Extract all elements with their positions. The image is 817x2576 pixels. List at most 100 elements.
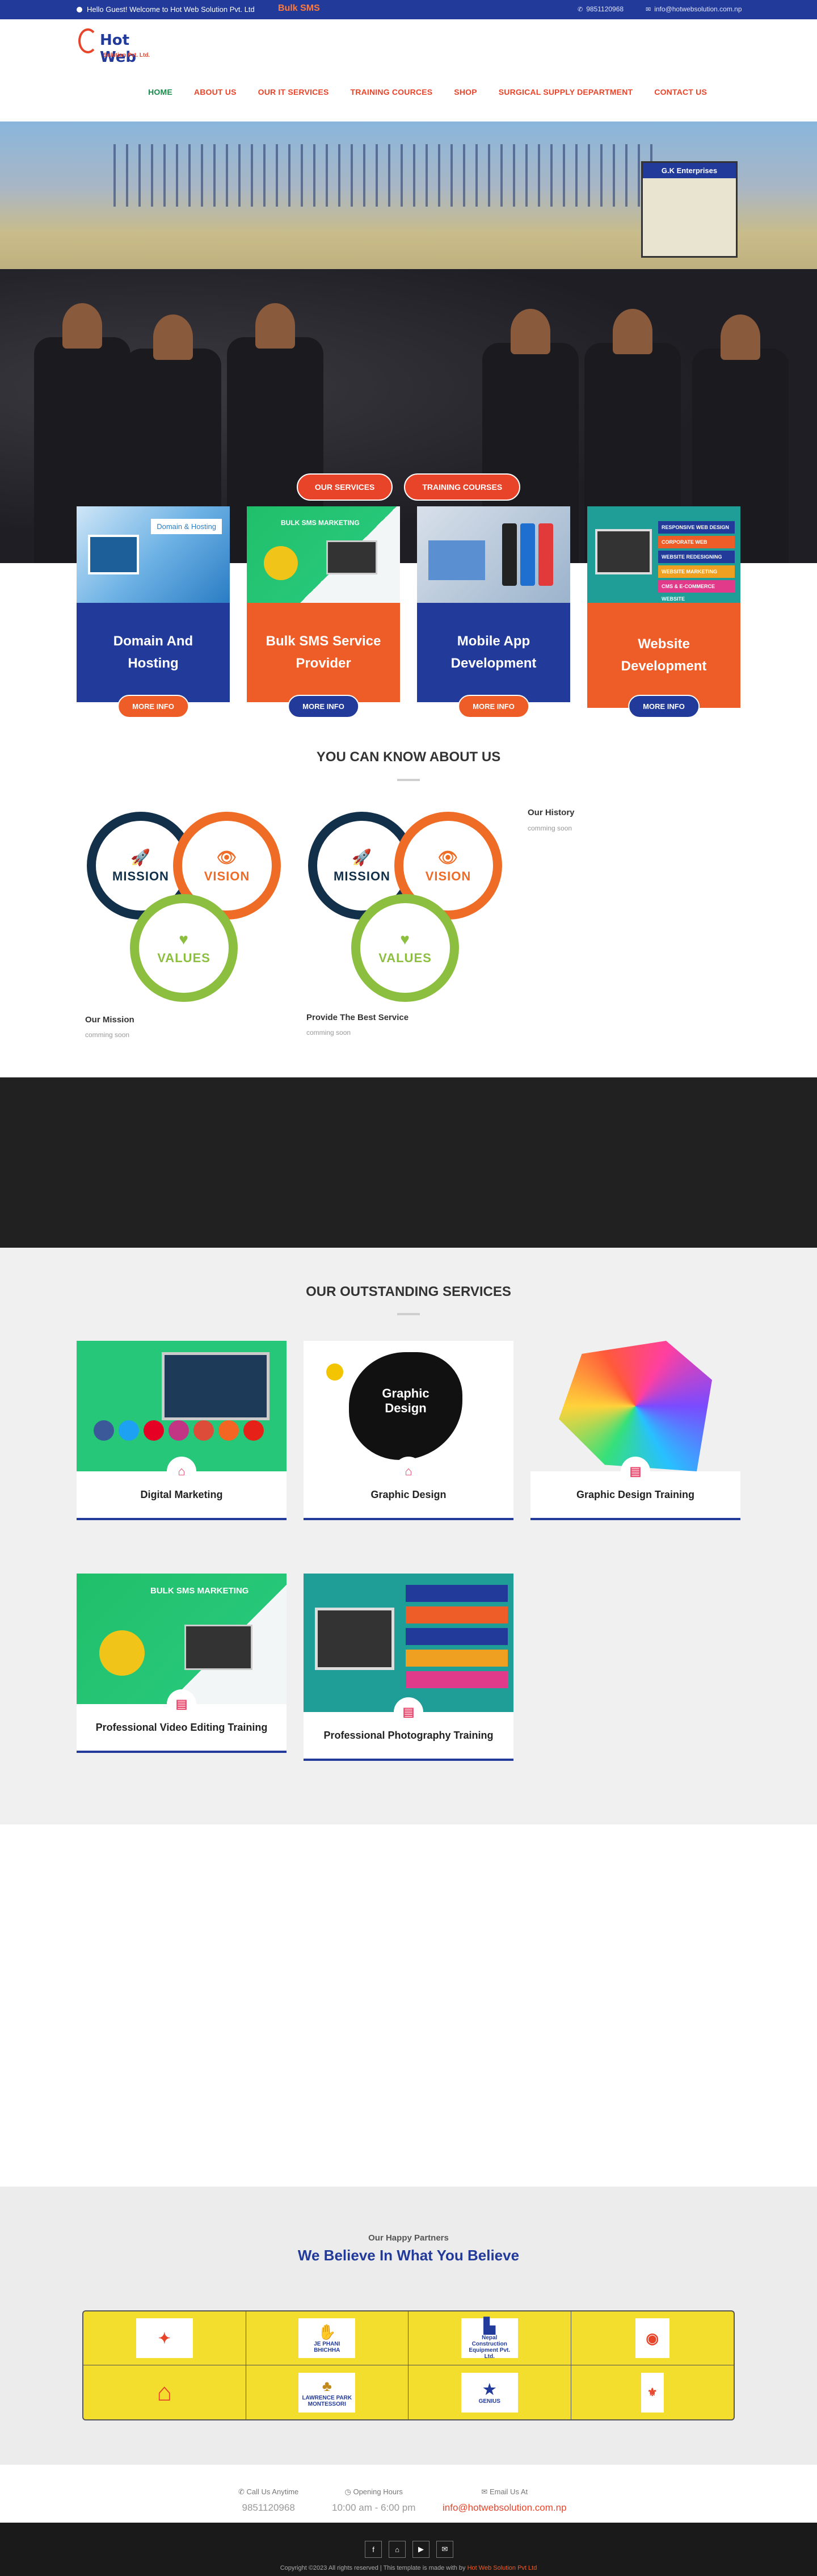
copyright-text: Copyright ©2023 All rights reserved | Th… <box>280 2565 466 2571</box>
our-history-text: comming soon <box>528 824 572 832</box>
mission-label: MISSION <box>334 869 390 883</box>
vision-label: VISION <box>425 869 471 883</box>
nav-home[interactable]: HOME <box>137 87 183 97</box>
partner-cell[interactable]: ⌂ <box>83 2365 246 2419</box>
more-info-button[interactable]: MORE INFO <box>458 695 529 718</box>
more-info-button[interactable]: MORE INFO <box>628 695 700 718</box>
top-bar: Hello Guest! Welcome to Hot Web Solution… <box>0 0 817 19</box>
partner-emblem-icon: ◉ <box>646 2329 659 2347</box>
contact-strip: ✆ Call Us Anytime 9851120968 ◷ Opening H… <box>0 2465 817 2523</box>
email-icon: ✉ <box>646 6 651 13</box>
strip-3: WEBSITE REDESIGNING <box>658 551 735 563</box>
building-icon: ▙ <box>483 2317 495 2334</box>
partner-cell[interactable]: ♣ LAWRENCE PARK MONTESSORI <box>246 2365 408 2419</box>
call-us-block[interactable]: ✆ Call Us Anytime 9851120968 <box>238 2487 298 2514</box>
site-header: Hot Web Solution Pvt. Ltd. HOME ABOUT US… <box>0 19 817 121</box>
partner-cell[interactable]: ✦ <box>83 2311 246 2365</box>
services-section-title: OUR OUTSTANDING SERVICES <box>306 1284 511 1299</box>
card-bulk-sms[interactable]: BULK SMS MARKETING Bulk SMS Service Prov… <box>247 506 400 718</box>
nav-shop[interactable]: SHOP <box>443 87 487 97</box>
eye-icon: 👁 <box>216 848 238 866</box>
more-info-button[interactable]: MORE INFO <box>117 695 189 718</box>
nav-surgical-supply[interactable]: SURGICAL SUPPLY DEPARTMENT <box>488 87 644 97</box>
service-photography-training[interactable]: ▤ Professional Photography Training <box>304 1574 513 1761</box>
partner-cell[interactable]: ★ GENIUS <box>408 2365 571 2419</box>
email-label: Email Us At <box>489 2487 528 2496</box>
more-info-button[interactable]: MORE INFO <box>288 695 359 718</box>
book-icon: ▤ <box>394 1697 423 1727</box>
training-courses-button[interactable]: TRAINING COURSES <box>404 473 521 501</box>
partner-logo-4: ◉ <box>635 2318 669 2358</box>
partner-cell[interactable]: ◉ <box>571 2311 734 2365</box>
values-label: VALUES <box>157 951 210 965</box>
house-icon: ⌂ <box>157 2378 172 2406</box>
service-graphic-design[interactable]: Graphic Design ⌂ Graphic Design <box>304 1341 513 1520</box>
graphic-design-training-image <box>530 1341 740 1471</box>
website-development-image: RESPONSIVE WEB DESIGN CORPORATE WEB DESI… <box>587 506 740 603</box>
bulk-sms-link[interactable]: Bulk SMS <box>278 3 320 14</box>
partner-cell[interactable]: ⚜ <box>571 2365 734 2419</box>
email-block[interactable]: ✉ Email Us At info@hotwebsolution.com.np <box>443 2487 567 2514</box>
strip-1: RESPONSIVE WEB DESIGN <box>658 521 735 534</box>
our-services-button[interactable]: OUR SERVICES <box>296 473 393 501</box>
copyright-brand-link[interactable]: Hot Web Solution Pvt Ltd <box>468 2565 537 2571</box>
hands-icon: ♥ <box>179 930 189 948</box>
hours-label: Opening Hours <box>353 2487 403 2496</box>
service-cards: Domain & Hosting Domain And Hosting MORE… <box>77 506 740 718</box>
partner-cell[interactable]: ▙ Nepal Construction Equipment Pvt. Ltd. <box>408 2311 571 2365</box>
social-links: f ⌂ ▶ ✉ <box>365 2541 453 2558</box>
clock-icon: ◷ <box>344 2487 353 2496</box>
hero-banner: G.K Enterprises OUR SERVICES TRAINING CO… <box>0 121 817 563</box>
home-icon[interactable]: ⌂ <box>389 2541 406 2558</box>
service-label-text: Professional Video Editing Training <box>95 1721 268 1733</box>
nav-about-us[interactable]: ABOUT US <box>183 87 247 97</box>
values-circle: ♥ VALUES <box>351 894 459 1002</box>
card-mobile-app[interactable]: Mobile App Development MORE INFO <box>417 506 570 718</box>
best-service-text: comming soon <box>306 1029 351 1037</box>
bulk-sms-image: BULK SMS MARKETING <box>247 506 400 603</box>
domain-hosting-image: Domain & Hosting <box>77 506 230 603</box>
site-footer: f ⌂ ▶ ✉ Copyright ©2023 All rights reser… <box>0 2523 817 2576</box>
user-icon <box>77 6 82 12</box>
logo-mark-icon <box>78 28 98 53</box>
hero-shop-sign: G.K Enterprises <box>641 161 738 258</box>
sms-image-text: BULK SMS MARKETING <box>281 519 360 527</box>
partner-logo-1: ✦ <box>136 2318 193 2358</box>
domain-image-text: Domain & Hosting <box>151 519 222 534</box>
service-graphic-design-training[interactable]: ▤ Graphic Design Training <box>530 1341 740 1520</box>
partner-emblem-icon: ✦ <box>158 2329 171 2347</box>
card-domain-hosting[interactable]: Domain & Hosting Domain And Hosting MORE… <box>77 506 230 718</box>
service-video-editing-training[interactable]: BULK SMS MARKETING ▤ Professional Video … <box>77 1574 287 1753</box>
card-title: Bulk SMS Service Provider <box>247 603 400 702</box>
service-label-text: Professional Photography Training <box>323 1729 494 1741</box>
hours-value: 10:00 am - 6:00 pm <box>332 2502 416 2513</box>
hands-icon: ♥ <box>400 930 410 948</box>
title-divider <box>397 1313 420 1315</box>
card-title: Domain And Hosting <box>77 603 230 702</box>
top-phone[interactable]: ✆ 9851120968 <box>578 5 624 13</box>
email-icon: ✉ <box>481 2487 490 2496</box>
best-service-title: Provide The Best Service <box>306 1013 409 1022</box>
partner-name: Nepal Construction Equipment Pvt. Ltd. <box>469 2334 511 2360</box>
hero-balcony-rail <box>113 144 658 207</box>
logo[interactable]: Hot Web Solution Pvt. Ltd. <box>78 26 163 66</box>
handshake-icon: ✋ <box>318 2323 336 2340</box>
nav-contact-us[interactable]: CONTACT US <box>643 87 718 97</box>
top-email[interactable]: ✉ info@hotwebsolution.com.np <box>646 5 742 13</box>
nav-training-courses[interactable]: TRAINING COURCES <box>340 87 444 97</box>
youtube-icon[interactable]: ▶ <box>412 2541 429 2558</box>
eye-icon: 👁 <box>437 848 459 866</box>
logo-name: Hot Web <box>100 32 136 66</box>
nav-it-services[interactable]: OUR IT SERVICES <box>247 87 340 97</box>
facebook-icon[interactable]: f <box>365 2541 382 2558</box>
card-website-development[interactable]: RESPONSIVE WEB DESIGN CORPORATE WEB DESI… <box>587 506 740 718</box>
partner-name: LAWRENCE PARK MONTESSORI <box>302 2395 352 2407</box>
graphic-design-image-text: Graphic Design <box>382 1386 429 1415</box>
top-phone-text: 9851120968 <box>586 5 624 13</box>
service-digital-marketing[interactable]: ⌂ Digital Marketing <box>77 1341 287 1520</box>
values-circle: ♥ VALUES <box>130 894 238 1002</box>
email-icon[interactable]: ✉ <box>436 2541 453 2558</box>
service-label: ⌂ Graphic Design <box>304 1457 513 1520</box>
partner-cell[interactable]: ✋ JE PHANI BHICHHA <box>246 2311 408 2365</box>
card-title: Website Development <box>587 603 740 708</box>
